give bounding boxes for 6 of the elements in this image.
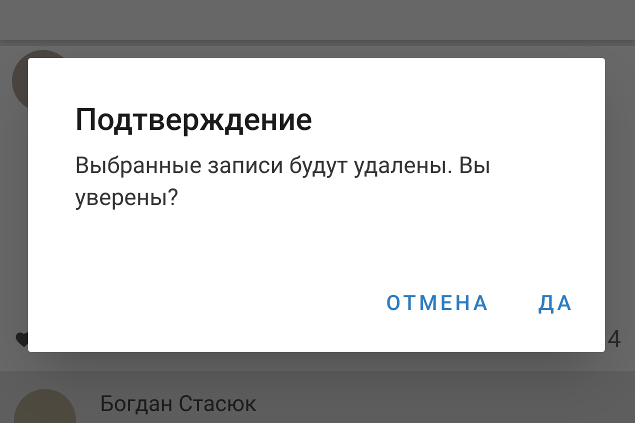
like-count: 4: [608, 324, 621, 355]
author-name: Богдан Стасюк: [100, 394, 257, 416]
confirm-button[interactable]: ДА: [534, 288, 578, 320]
dialog-message: Выбранные записи будут удалены. Вы уверены?: [75, 151, 492, 213]
dialog-title: Подтверждение: [75, 100, 314, 140]
cancel-button[interactable]: ОТМЕНА: [382, 288, 494, 320]
